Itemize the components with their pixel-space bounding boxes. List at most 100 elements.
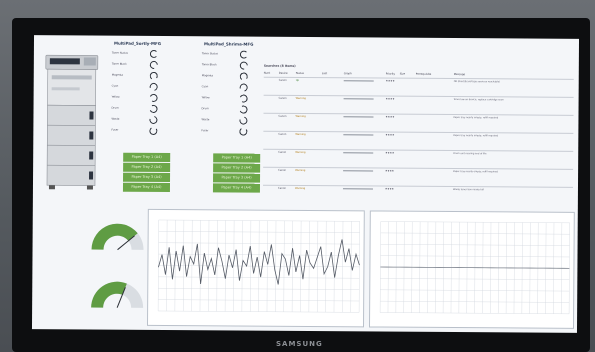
table-cell-message: Toner low on device; replace cartridge s…	[453, 98, 504, 102]
table-cell-message: OK (Print/Scan/Copy services reachable)	[453, 80, 501, 84]
supply-level-icon	[149, 71, 159, 81]
supply-level-icon	[148, 81, 160, 93]
table-cell-graph	[343, 170, 374, 172]
table-row-divider	[263, 76, 574, 80]
dashboard-screen: MultiPad_Sortly-MFG MultiPad_Shrima-MFG …	[31, 35, 580, 333]
supply-level-icon	[239, 71, 249, 82]
table-cell-message: Paper tray nearly empty; refill required	[453, 116, 499, 120]
table-cell-status: Warning	[295, 114, 306, 119]
table-cell-priority: ★★★★	[385, 115, 395, 119]
printer-image	[45, 54, 99, 190]
table-header-cell: Size	[399, 72, 406, 76]
supply-label: Magenta	[111, 73, 124, 77]
supply-label: Toner Black	[201, 63, 217, 67]
paper-tray-badge[interactable]: Paper Tray 2 (A4)	[213, 163, 261, 173]
device-name[interactable]: MultiPad_Sortly-MFG	[114, 41, 161, 46]
table-header-cell: Last	[321, 72, 328, 76]
monitor-brand-logo: SAMSUNG	[276, 340, 323, 348]
table-cell-device[interactable]: Canon	[279, 79, 287, 82]
table-row-divider	[263, 94, 574, 98]
supply-label: Waste	[201, 118, 210, 122]
table-cell-priority: ★★★★	[385, 151, 395, 155]
table-cell-priority: ★★★★	[384, 187, 394, 191]
table-cell-graph	[343, 116, 374, 118]
gauge-fill	[91, 281, 127, 308]
table-cell-device[interactable]: Canon	[278, 187, 286, 190]
table-cell-device[interactable]: Canon	[278, 169, 286, 172]
gauge-fill	[91, 223, 138, 250]
paper-tray-badge[interactable]: Paper Tray 1 (A4)	[213, 153, 261, 163]
supply-label: Toner Status	[201, 52, 219, 56]
line-chart-1	[147, 208, 365, 328]
supply-level-icon	[238, 82, 250, 94]
table-row-divider	[263, 112, 574, 116]
supply-level-icon	[237, 115, 249, 127]
supply-level-icon	[238, 104, 249, 115]
table-cell-message: Paper tray nearly empty; refill required	[453, 134, 499, 138]
table-header-cell: Graph	[343, 72, 352, 76]
paper-tray-badge[interactable]: Paper Tray 2 (A4)	[123, 162, 171, 173]
line-chart-2	[369, 210, 575, 329]
table-header-cell: Prerequisite	[415, 72, 432, 76]
table-header-cell: Device	[278, 71, 288, 75]
table-cell-priority: ★★★★	[385, 79, 395, 83]
table-row-divider	[263, 130, 574, 134]
table-cell-device[interactable]: Canon	[279, 97, 287, 100]
device-name[interactable]: MultiPad_Shrima-MFG	[204, 41, 254, 46]
table-cell-graph	[342, 188, 373, 190]
table-row-divider	[262, 184, 573, 188]
table-header-cell: Status	[295, 71, 305, 75]
supply-label: Fuser	[111, 128, 119, 132]
supply-label: Cyan	[111, 84, 119, 88]
table-cell-status: Warning	[295, 168, 306, 172]
table-cell-graph	[343, 98, 374, 100]
paper-tray-badge[interactable]: Paper Tray 1 (A4)	[123, 152, 171, 163]
table-cell-priority: ★★★★	[385, 133, 395, 137]
supply-level-icon	[148, 126, 159, 136]
table-cell-status: Warning	[295, 150, 306, 154]
supply-label: Drum	[111, 106, 119, 110]
supply-level-icon	[238, 93, 249, 104]
supply-label: Fuser	[201, 129, 209, 133]
supply-label: Yellow	[201, 96, 210, 100]
gauge	[91, 223, 144, 251]
paper-tray-badge[interactable]: Paper Tray 3 (A4)	[213, 173, 261, 183]
table-cell-message: Paper tray nearly empty; refill required	[453, 170, 498, 174]
table-cell-status: Warning	[295, 96, 306, 101]
supply-level-icon	[148, 92, 159, 104]
supply-label: Cyan	[201, 85, 209, 89]
supply-label: Toner Status	[111, 51, 129, 55]
supply-level-icon	[238, 59, 250, 72]
supply-level-icon	[148, 103, 159, 115]
supply-label: Drum	[201, 107, 209, 111]
supply-label: Magenta	[201, 74, 214, 78]
table-cell-graph	[343, 134, 374, 136]
table-cell-status: Warning	[295, 132, 306, 136]
table-row-divider	[263, 166, 574, 170]
table-cell-priority: ★★★★	[385, 97, 395, 101]
table-cell-device[interactable]: Canon	[278, 133, 286, 136]
table-header-cell: Start	[263, 71, 271, 75]
supply-label: Waste	[111, 117, 120, 121]
supply-level-icon	[238, 126, 249, 137]
table-cell-message: Waste toner box nearly full	[452, 188, 484, 192]
supply-level-icon	[149, 49, 158, 58]
table-cell-priority: ★★★★	[385, 169, 395, 173]
table-cell-graph	[343, 152, 374, 154]
paper-tray-badge[interactable]: Paper Tray 4 (A4)	[122, 182, 171, 193]
table-cell-message: Drum unit nearing end of life	[453, 152, 487, 156]
paper-tray-badge[interactable]: Paper Tray 3 (A4)	[123, 172, 171, 183]
supply-level-icon	[148, 59, 160, 71]
table-header-cell: Priority	[385, 72, 396, 76]
table-cell-device[interactable]: Canon	[278, 151, 286, 154]
table-cell-graph	[343, 80, 374, 82]
table-title: Searches (8 Items)	[263, 63, 296, 68]
supply-level-icon	[147, 114, 159, 126]
supply-level-icon	[239, 50, 248, 59]
table-cell-device[interactable]: Canon	[278, 115, 286, 118]
table-row-divider	[263, 148, 574, 152]
paper-tray-badge[interactable]: Paper Tray 4 (A4)	[212, 183, 261, 193]
supply-label: Toner Black	[111, 62, 127, 66]
supply-label: Yellow	[111, 95, 120, 99]
table-cell-status: Up	[295, 78, 300, 82]
